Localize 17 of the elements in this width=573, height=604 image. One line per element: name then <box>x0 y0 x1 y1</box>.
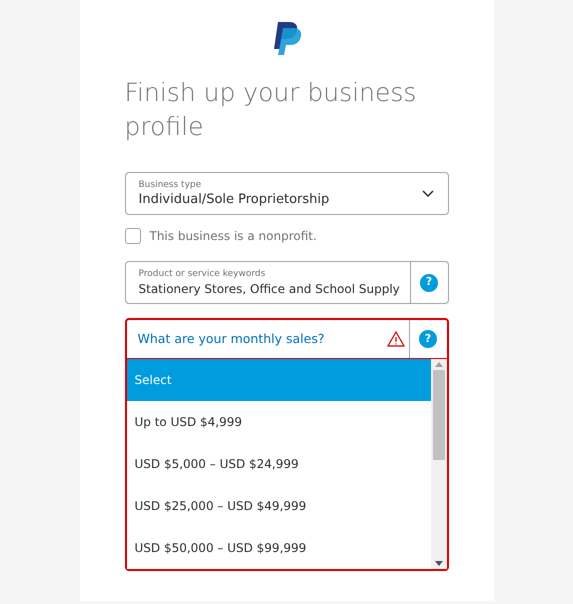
field-label: Business type <box>138 178 202 190</box>
field-label: Product or service keywords <box>138 268 266 280</box>
field-value: Stationery Stores, Office and School Supply <box>138 280 401 298</box>
page-heading: Finish up your business profile <box>124 77 418 143</box>
warning-icon <box>386 331 404 347</box>
logo-icon <box>272 22 302 56</box>
monthly-sales-select[interactable]: What are your monthly sales? ? <box>126 320 446 358</box>
checkbox[interactable] <box>124 228 140 244</box>
keywords-field[interactable]: Product or service keywords Stationery Stores, Office and School Supply ? <box>124 261 448 304</box>
scroll-down-icon[interactable] <box>434 561 442 566</box>
chevron-down-icon <box>422 190 434 198</box>
business-type-select[interactable]: Business type Individual/Sole Proprietorship <box>124 172 448 215</box>
checkbox-label: This business is a nonprofit. <box>150 228 317 245</box>
scrollbar[interactable] <box>430 359 446 569</box>
field-value: Individual/Sole Proprietorship <box>138 190 330 208</box>
select-placeholder: What are your monthly sales? <box>136 330 326 348</box>
scroll-up-icon[interactable] <box>434 362 442 367</box>
